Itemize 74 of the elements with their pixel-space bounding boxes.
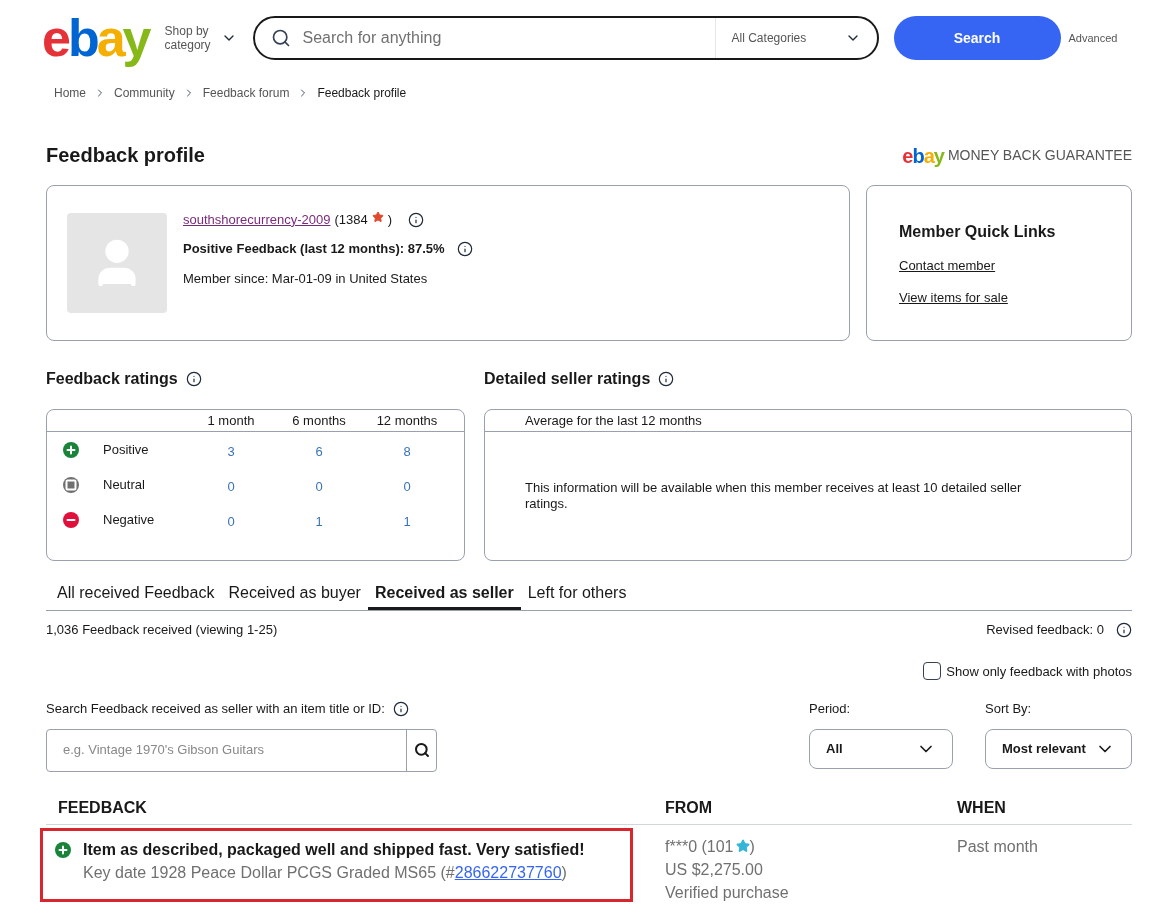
star-icon [371, 210, 384, 223]
username-link[interactable]: southshorecurrency-2009 [183, 209, 331, 230]
column-header: 12 months [375, 411, 439, 430]
rating-label: Negative [103, 510, 156, 529]
search-input[interactable]: Search for anything [302, 26, 715, 50]
rating-count[interactable]: 8 [363, 437, 451, 462]
breadcrumb-link[interactable]: Feedback forum [202, 84, 290, 102]
rating-count[interactable]: 3 [187, 437, 275, 462]
checkbox-label: Show only feedback with photos [946, 662, 1132, 681]
section-title: Feedback ratings [46, 369, 178, 389]
column-header: WHEN [957, 797, 1006, 818]
rating-count[interactable]: 0 [187, 472, 275, 497]
rating-label: Neutral [103, 475, 146, 494]
advanced-link[interactable]: Advanced [1068, 29, 1118, 47]
feedback-score-close: ) [387, 210, 392, 229]
column-header: FEEDBACK [57, 797, 148, 818]
category-select[interactable]: All Categories [714, 18, 877, 58]
feedback-tab[interactable]: Received as buyer [221, 578, 368, 610]
column-header: 6 months [291, 411, 347, 430]
search-bar[interactable]: Search for anything All Categories [252, 16, 879, 60]
rating-label: Positive [103, 440, 150, 459]
feedback-count: 1,036 Feedback received (viewing 1-25) [46, 621, 278, 639]
column-header: 1 month [206, 411, 256, 430]
period-select[interactable]: All [809, 728, 953, 769]
ebay-logo: ebay [902, 145, 944, 166]
search-icon [413, 742, 430, 758]
search-label: Search Feedback received as seller with an item title or ID: [46, 700, 385, 718]
info-icon[interactable] [1116, 621, 1132, 638]
section-title: Detailed seller ratings [484, 369, 651, 389]
breadcrumb-link[interactable]: Home [54, 84, 86, 102]
sort-select[interactable]: Most relevant [985, 728, 1132, 769]
feedback-time: Past month [957, 836, 1038, 857]
rating-count[interactable]: 0 [187, 507, 275, 532]
rating-count[interactable]: 6 [275, 437, 363, 462]
page-title: Feedback profile [46, 143, 205, 168]
search-icon [270, 28, 291, 48]
member-since: Member since: Mar-01-09 in United States [183, 269, 429, 288]
rating-count[interactable]: 0 [363, 472, 451, 497]
quick-links-title: Member Quick Links [899, 222, 1057, 242]
star-icon [735, 839, 750, 853]
rating-count[interactable]: 0 [275, 472, 363, 497]
info-icon[interactable] [408, 211, 424, 228]
column-header: FROM [665, 797, 714, 818]
photos-checkbox[interactable] [923, 662, 942, 681]
item-price: US $2,275.00 [665, 859, 764, 880]
revised-feedback: Revised feedback: 0 [986, 621, 1104, 639]
feedback-tab[interactable]: All received Feedback [50, 578, 222, 610]
info-icon[interactable] [658, 371, 675, 387]
search-button[interactable]: Search [893, 16, 1061, 60]
positive-feedback: Positive Feedback (last 12 months): 87.5% [183, 240, 445, 259]
buyer-name: f***0 (101 [665, 836, 734, 857]
info-icon[interactable] [456, 241, 473, 257]
info-icon[interactable] [185, 371, 202, 387]
feedback-tab[interactable]: Left for others [520, 578, 634, 610]
quick-link[interactable]: View items for sale [899, 289, 1008, 305]
panel-subtitle: Average for the last 12 months [525, 411, 702, 430]
feedback-score: (1384 [334, 210, 368, 229]
rating-count[interactable]: 1 [275, 507, 363, 532]
item-link[interactable]: 286622737760 [454, 863, 562, 881]
sort-label: Sort By: [985, 701, 1032, 716]
buyer-name-close: ) [749, 836, 755, 857]
item-title: Key date 1928 Peace Dollar PCGS Graded MS65 (#286622737760) [83, 862, 568, 883]
verified-purchase: Verified purchase [665, 882, 790, 903]
rating-count[interactable]: 1 [363, 507, 451, 532]
quick-link[interactable]: Contact member [899, 258, 996, 273]
feedback-tab[interactable]: Received as seller [367, 578, 521, 610]
feedback-comment: Item as described, packaged well and shipped fast. Very satisfied! [83, 839, 585, 860]
breadcrumb-link[interactable]: Feedback profile [317, 84, 407, 102]
guarantee-text: MONEY BACK GUARANTEE [947, 145, 1132, 165]
period-label: Period: [809, 701, 851, 716]
breadcrumb-link[interactable]: Community [114, 84, 175, 102]
shop-by-category-button[interactable]: Shop by category [164, 24, 237, 52]
availability-message: This information will be available when this member receives at least 10 detailed seller ratings. [524, 480, 1023, 512]
info-icon[interactable] [392, 700, 409, 717]
